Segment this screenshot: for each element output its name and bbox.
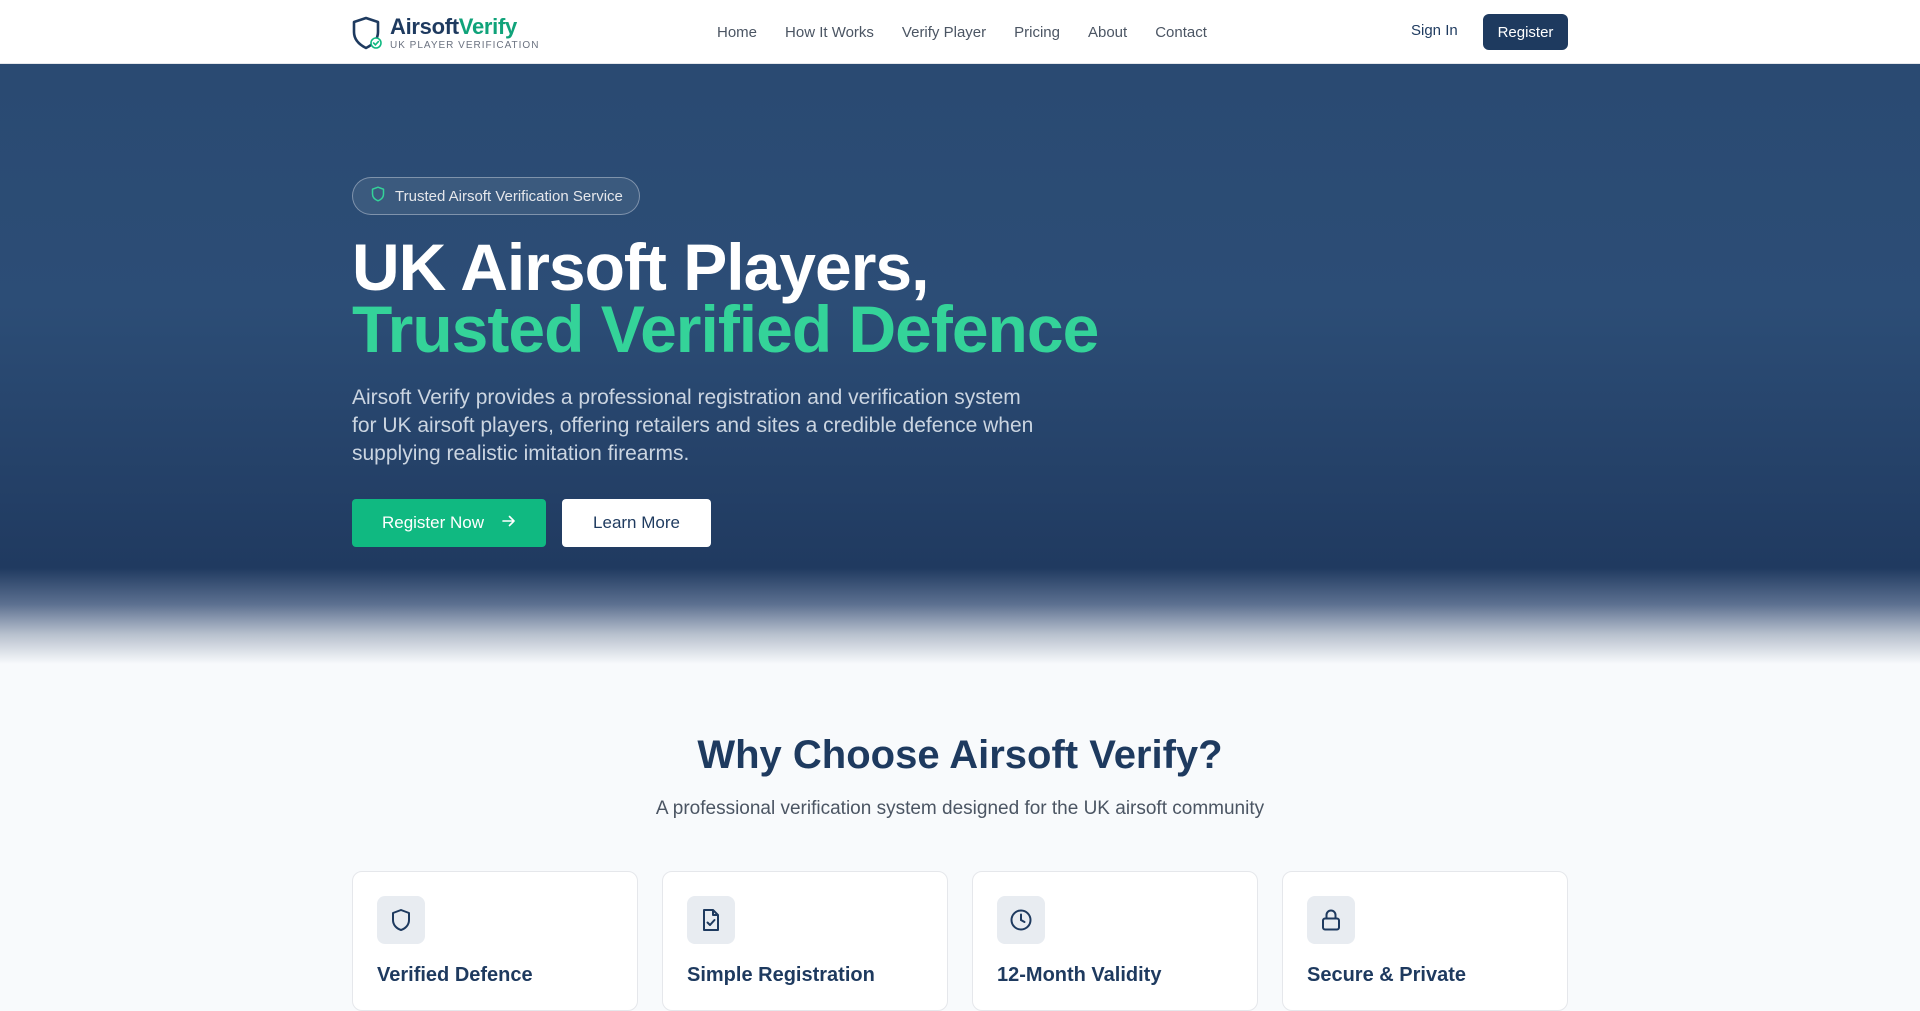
nav-link-contact[interactable]: Contact — [1155, 24, 1207, 41]
lock-icon — [1307, 896, 1355, 944]
feature-card-title: Simple Registration — [687, 964, 875, 986]
brand-name-part2: Verify — [458, 13, 517, 39]
feature-card-simple-registration: Simple Registration — [662, 871, 948, 1011]
features-subtitle: A professional verification system desig… — [655, 798, 1265, 819]
clock-icon — [997, 896, 1045, 944]
features-title: Why Choose Airsoft Verify? — [697, 733, 1223, 777]
nav-link-how-it-works[interactable]: How It Works — [785, 24, 874, 41]
feature-card-title: Verified Defence — [377, 964, 533, 986]
main-nav: Home How It Works Verify Player Pricing … — [717, 0, 1235, 64]
trust-badge: Trusted Airsoft Verification Service — [352, 177, 640, 215]
register-now-button[interactable]: Register Now — [352, 499, 546, 547]
top-navbar: AirsoftVerify UK PLAYER VERIFICATION Hom… — [0, 0, 1920, 64]
sign-in-link[interactable]: Sign In — [1411, 22, 1458, 39]
nav-link-verify-player[interactable]: Verify Player — [902, 24, 986, 41]
arrow-right-icon — [502, 514, 516, 532]
feature-card-title: Secure & Private — [1307, 964, 1466, 986]
feature-card-title: 12-Month Validity — [997, 964, 1162, 986]
file-check-icon — [687, 896, 735, 944]
feature-card-secure-private: Secure & Private — [1282, 871, 1568, 1011]
learn-more-button[interactable]: Learn More — [562, 499, 711, 547]
feature-card-verified-defence: Verified Defence — [352, 871, 638, 1011]
hero-description: Airsoft Verify provides a professional r… — [352, 386, 1034, 465]
shield-icon — [377, 896, 425, 944]
hero-title-line2: Trusted Verified Defence — [352, 292, 1099, 366]
shield-icon — [371, 185, 385, 207]
brand-name-part1: Airsoft — [390, 13, 459, 39]
feature-card-12-month-validity: 12-Month Validity — [972, 871, 1258, 1011]
nav-link-home[interactable]: Home — [717, 24, 757, 41]
shield-check-icon — [352, 16, 382, 50]
nav-link-about[interactable]: About — [1088, 24, 1127, 41]
register-button[interactable]: Register — [1483, 14, 1568, 50]
hero-section: Trusted Airsoft Verification Service UK … — [0, 64, 1920, 664]
brand-tagline: UK PLAYER VERIFICATION — [390, 39, 540, 51]
nav-link-pricing[interactable]: Pricing — [1014, 24, 1060, 41]
brand-logo[interactable]: AirsoftVerify UK PLAYER VERIFICATION — [352, 14, 539, 52]
register-now-label: Register Now — [381, 513, 485, 532]
trust-badge-text: Trusted Airsoft Verification Service — [395, 187, 623, 205]
